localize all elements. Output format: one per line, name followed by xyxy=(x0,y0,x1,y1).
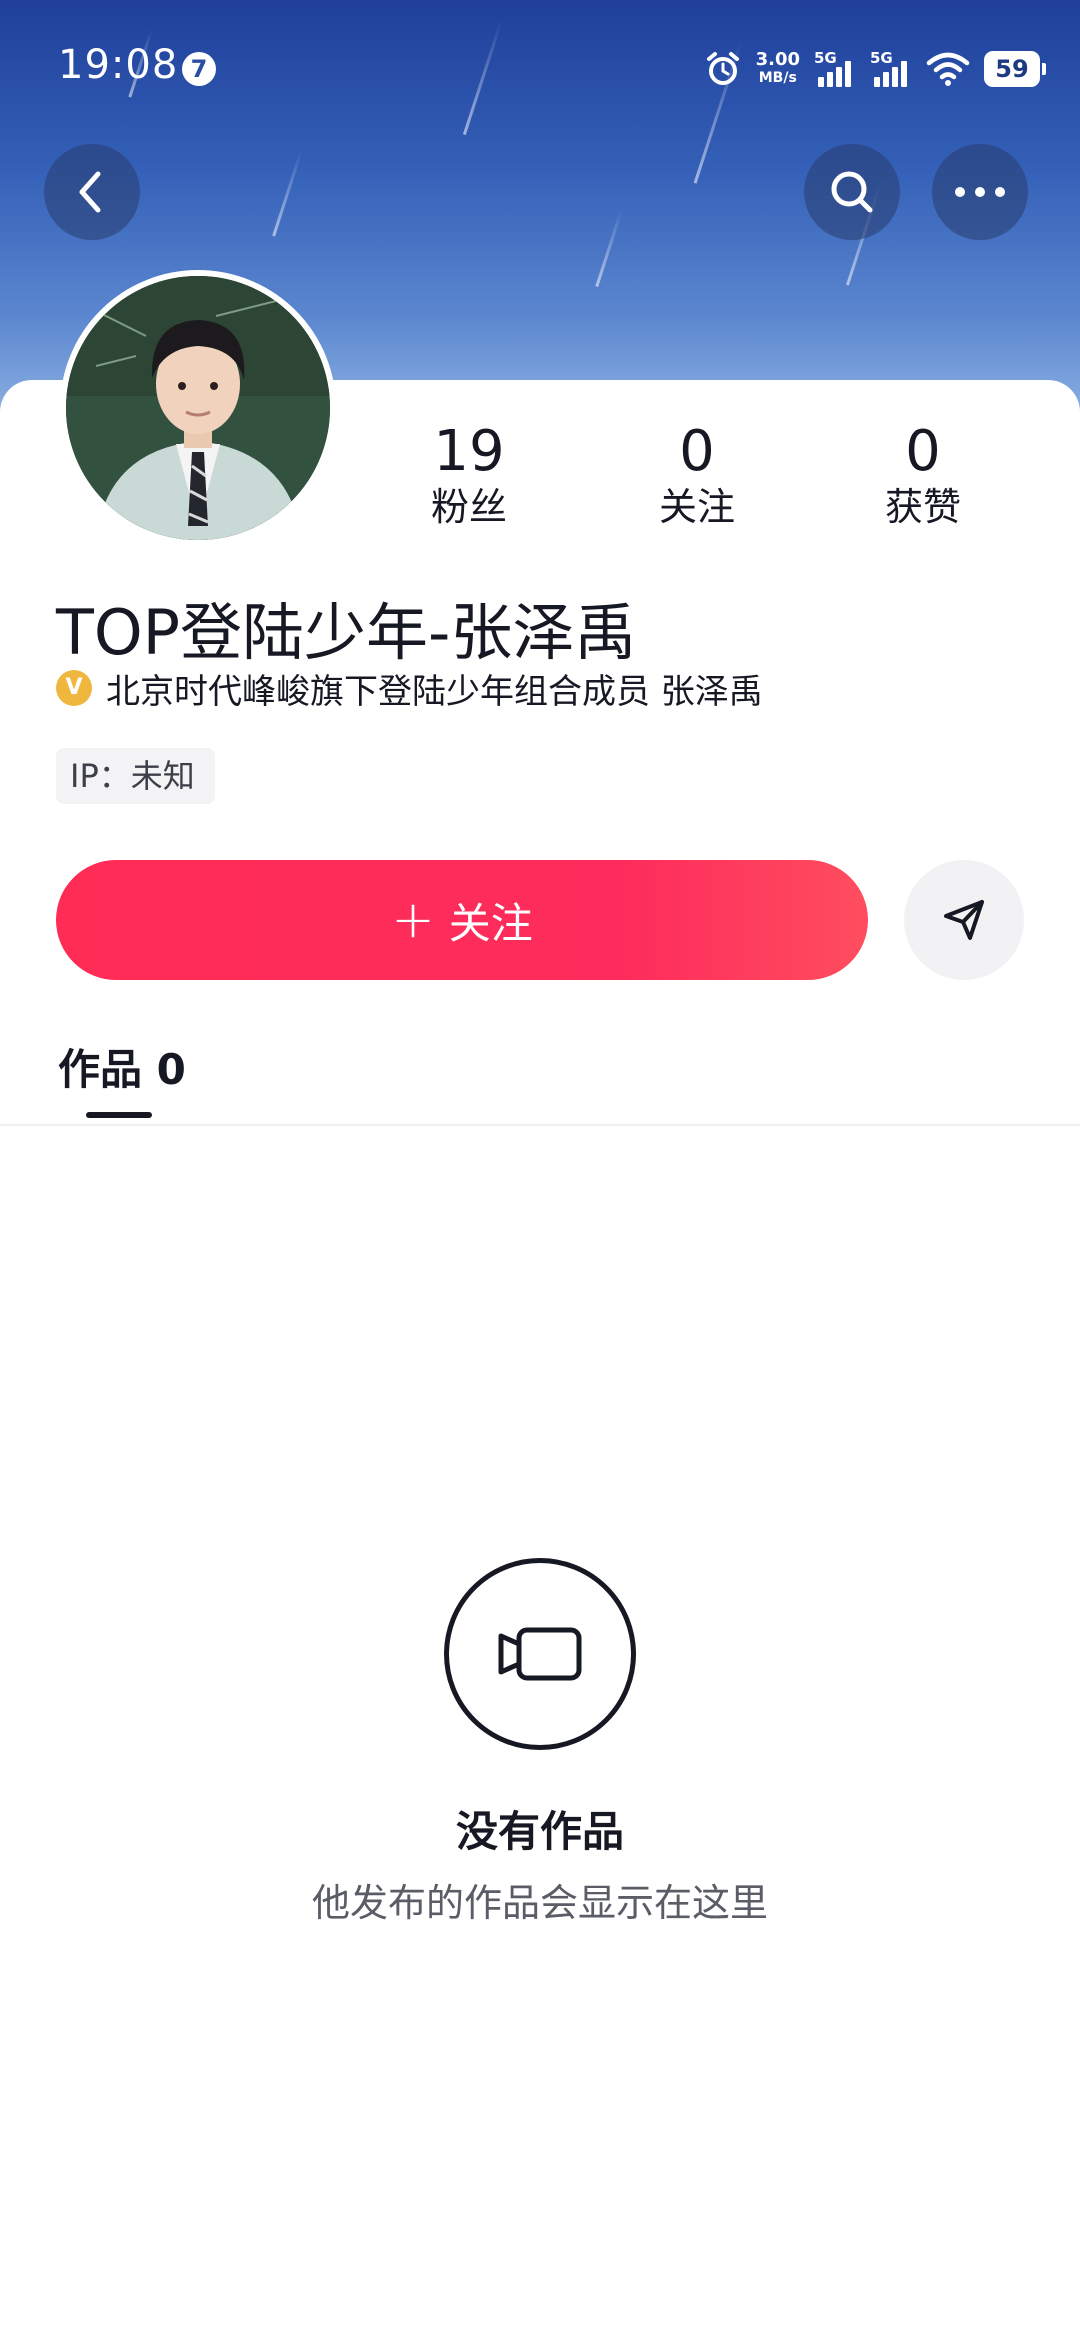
notification-badge: 7 xyxy=(182,52,216,86)
back-button[interactable] xyxy=(44,144,140,240)
followers-count: 19 xyxy=(433,419,505,484)
battery-icon: 59 xyxy=(984,51,1046,87)
empty-state-subtitle: 他发布的作品会显示在这里 xyxy=(311,1881,768,1925)
network-speed: 3.00 MB/s xyxy=(756,50,800,88)
signal-icon: 5G xyxy=(814,49,856,87)
profile-name: TOP登陆少年-张泽禹 xyxy=(56,596,637,669)
profile-stats: 19 粉丝 0 关注 0 获赞 xyxy=(0,420,1080,540)
tab-active-indicator xyxy=(86,1112,152,1118)
wifi-icon xyxy=(926,52,970,86)
status-time: 19:08 xyxy=(58,42,179,88)
more-dots-icon xyxy=(955,187,1005,197)
verified-badge-icon: V xyxy=(56,670,92,706)
verification-text: 北京时代峰峻旗下登陆少年组合成员 张泽禹 xyxy=(106,671,763,712)
search-button[interactable] xyxy=(804,144,900,240)
empty-state-title: 没有作品 xyxy=(455,1807,624,1856)
send-icon xyxy=(944,900,984,940)
signal-1-label: 5G xyxy=(814,49,837,67)
stat-following[interactable]: 0 关注 xyxy=(612,420,782,530)
tab-divider xyxy=(0,1124,1080,1126)
following-label: 关注 xyxy=(658,485,735,529)
stat-followers[interactable]: 19 粉丝 xyxy=(384,420,554,530)
video-camera-icon xyxy=(498,1627,582,1681)
empty-state-icon xyxy=(444,1558,636,1750)
more-button[interactable] xyxy=(932,144,1028,240)
follow-button[interactable]: + 关注 xyxy=(56,860,868,980)
signal-2-label: 5G xyxy=(870,49,893,67)
alarm-icon xyxy=(706,52,739,85)
tab-works[interactable]: 作品 0 xyxy=(58,1036,186,1097)
chevron-left-icon xyxy=(79,171,101,213)
network-speed-value: 3.00 xyxy=(755,49,800,70)
signal-icon: 5G xyxy=(870,49,912,87)
status-bar: 19:08 7 3.00 MB/s 5G 5G 59 xyxy=(0,0,1080,140)
network-speed-unit: MB/s xyxy=(758,70,797,86)
message-button[interactable] xyxy=(904,860,1024,980)
following-count: 0 xyxy=(679,419,715,484)
stat-likes[interactable]: 0 获赞 xyxy=(838,420,1008,530)
profile-page: 19:08 7 3.00 MB/s 5G 5G 59 19 粉丝 0 关注 0 … xyxy=(0,0,1080,2344)
likes-count: 0 xyxy=(905,419,941,484)
followers-label: 粉丝 xyxy=(430,485,507,529)
ip-location-tag: IP：未知 xyxy=(56,748,215,804)
plus-icon: + xyxy=(391,890,435,950)
status-icons: 3.00 MB/s 5G 5G 59 xyxy=(704,44,1046,94)
verification-row: V 北京时代峰峻旗下登陆少年组合成员 张泽禹 xyxy=(56,664,763,712)
search-icon xyxy=(831,171,873,213)
likes-label: 获赞 xyxy=(884,485,961,529)
follow-label: 关注 xyxy=(448,898,533,948)
